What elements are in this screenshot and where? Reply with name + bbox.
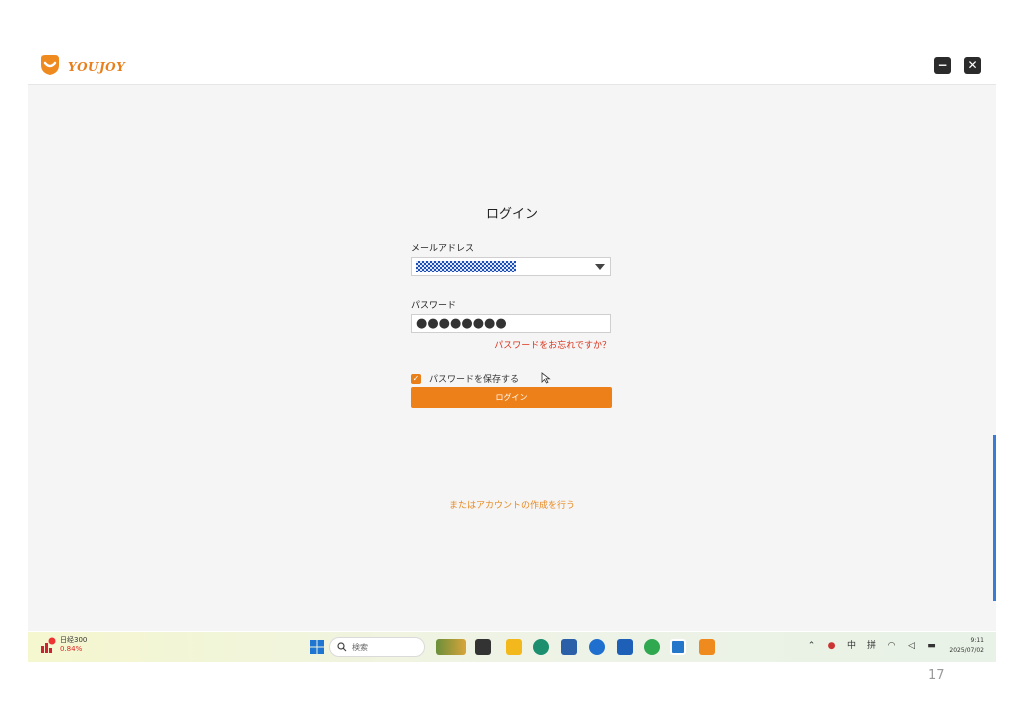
login-page: ログイン メールアドレス パスワード ●●●●●●●● パスワードをお忘れですか… bbox=[28, 85, 996, 631]
youjoy-logo: YOUJOY bbox=[38, 53, 125, 77]
mouse-cursor-icon bbox=[541, 372, 551, 384]
taskbar-search[interactable]: 検索 bbox=[329, 637, 425, 657]
stock-change: 0.84% bbox=[60, 645, 83, 653]
s-app-icon[interactable] bbox=[670, 639, 686, 655]
logo-text: YOUJOY bbox=[68, 60, 126, 74]
password-field[interactable]: ●●●●●●●● bbox=[411, 314, 611, 333]
battery-icon[interactable]: ▬ bbox=[926, 641, 937, 652]
chevron-down-icon[interactable] bbox=[595, 264, 605, 270]
opera-icon[interactable] bbox=[589, 639, 605, 655]
ime-mode[interactable]: 中 bbox=[846, 641, 857, 652]
remember-password-label[interactable]: パスワードを保存する bbox=[429, 372, 519, 385]
youjoy-taskbar-icon[interactable] bbox=[699, 639, 715, 655]
password-value: ●●●●●●●● bbox=[416, 316, 507, 331]
masked-email-value bbox=[416, 261, 516, 272]
close-button[interactable]: ✕ bbox=[964, 57, 981, 74]
minimize-icon: − bbox=[937, 58, 948, 72]
create-account-link[interactable]: またはアカウントの作成を行う bbox=[28, 498, 996, 511]
app-titlebar: YOUJOY − ✕ bbox=[28, 50, 996, 85]
search-placeholder: 検索 bbox=[352, 643, 368, 652]
clock-time: 9:11 bbox=[970, 637, 984, 644]
chevron-up-icon[interactable]: ⌃ bbox=[806, 641, 817, 652]
taskbar-widget-icon[interactable] bbox=[436, 639, 466, 655]
file-explorer-icon[interactable] bbox=[506, 639, 522, 655]
youjoy-logo-icon bbox=[41, 55, 59, 75]
system-tray: ⌃ ● 中 拼 ◠ ◁ ▬ bbox=[806, 641, 937, 652]
forgot-password-link[interactable]: パスワードをお忘れですか？ bbox=[494, 338, 611, 351]
clock-date: 2025/07/02 bbox=[949, 647, 984, 654]
wifi-icon[interactable]: ◠ bbox=[886, 641, 897, 652]
password-label: パスワード bbox=[411, 301, 457, 311]
minimize-button[interactable]: − bbox=[934, 57, 951, 74]
scrollbar-thumb[interactable] bbox=[993, 435, 996, 601]
stock-widget[interactable]: 日经300 0.84% bbox=[40, 636, 87, 654]
login-title: ログイン bbox=[485, 207, 538, 222]
outlook-icon[interactable] bbox=[617, 639, 633, 655]
search-icon bbox=[337, 642, 347, 652]
remember-password[interactable]: ✓ パスワードを保存する bbox=[411, 372, 519, 385]
email-label: メールアドレス bbox=[411, 244, 475, 254]
remember-password-checkbox[interactable]: ✓ bbox=[411, 373, 421, 384]
stock-name: 日经300 bbox=[60, 636, 88, 644]
store-icon[interactable] bbox=[561, 639, 577, 655]
clock[interactable]: 9:11 2025/07/02 bbox=[949, 636, 984, 656]
volume-icon[interactable]: ◁ bbox=[906, 641, 917, 652]
ime-input[interactable]: 拼 bbox=[866, 641, 877, 652]
close-icon: ✕ bbox=[967, 58, 978, 72]
app-green-icon[interactable] bbox=[644, 639, 660, 655]
antivirus-icon[interactable]: ● bbox=[826, 641, 837, 652]
email-select[interactable] bbox=[411, 257, 611, 276]
windows-start-icon[interactable] bbox=[310, 640, 324, 654]
login-button[interactable]: ログイン bbox=[411, 387, 612, 408]
taskbar: 日经300 0.84% 検索 ⌃ ● 中 拼 ◠ ◁ ▬ 9:11 2025/0… bbox=[28, 632, 996, 662]
slide-page-number: 17 bbox=[928, 668, 945, 683]
edge-browser-icon[interactable] bbox=[533, 639, 549, 655]
task-view-icon[interactable] bbox=[475, 639, 491, 655]
stock-chart-icon bbox=[41, 637, 56, 653]
